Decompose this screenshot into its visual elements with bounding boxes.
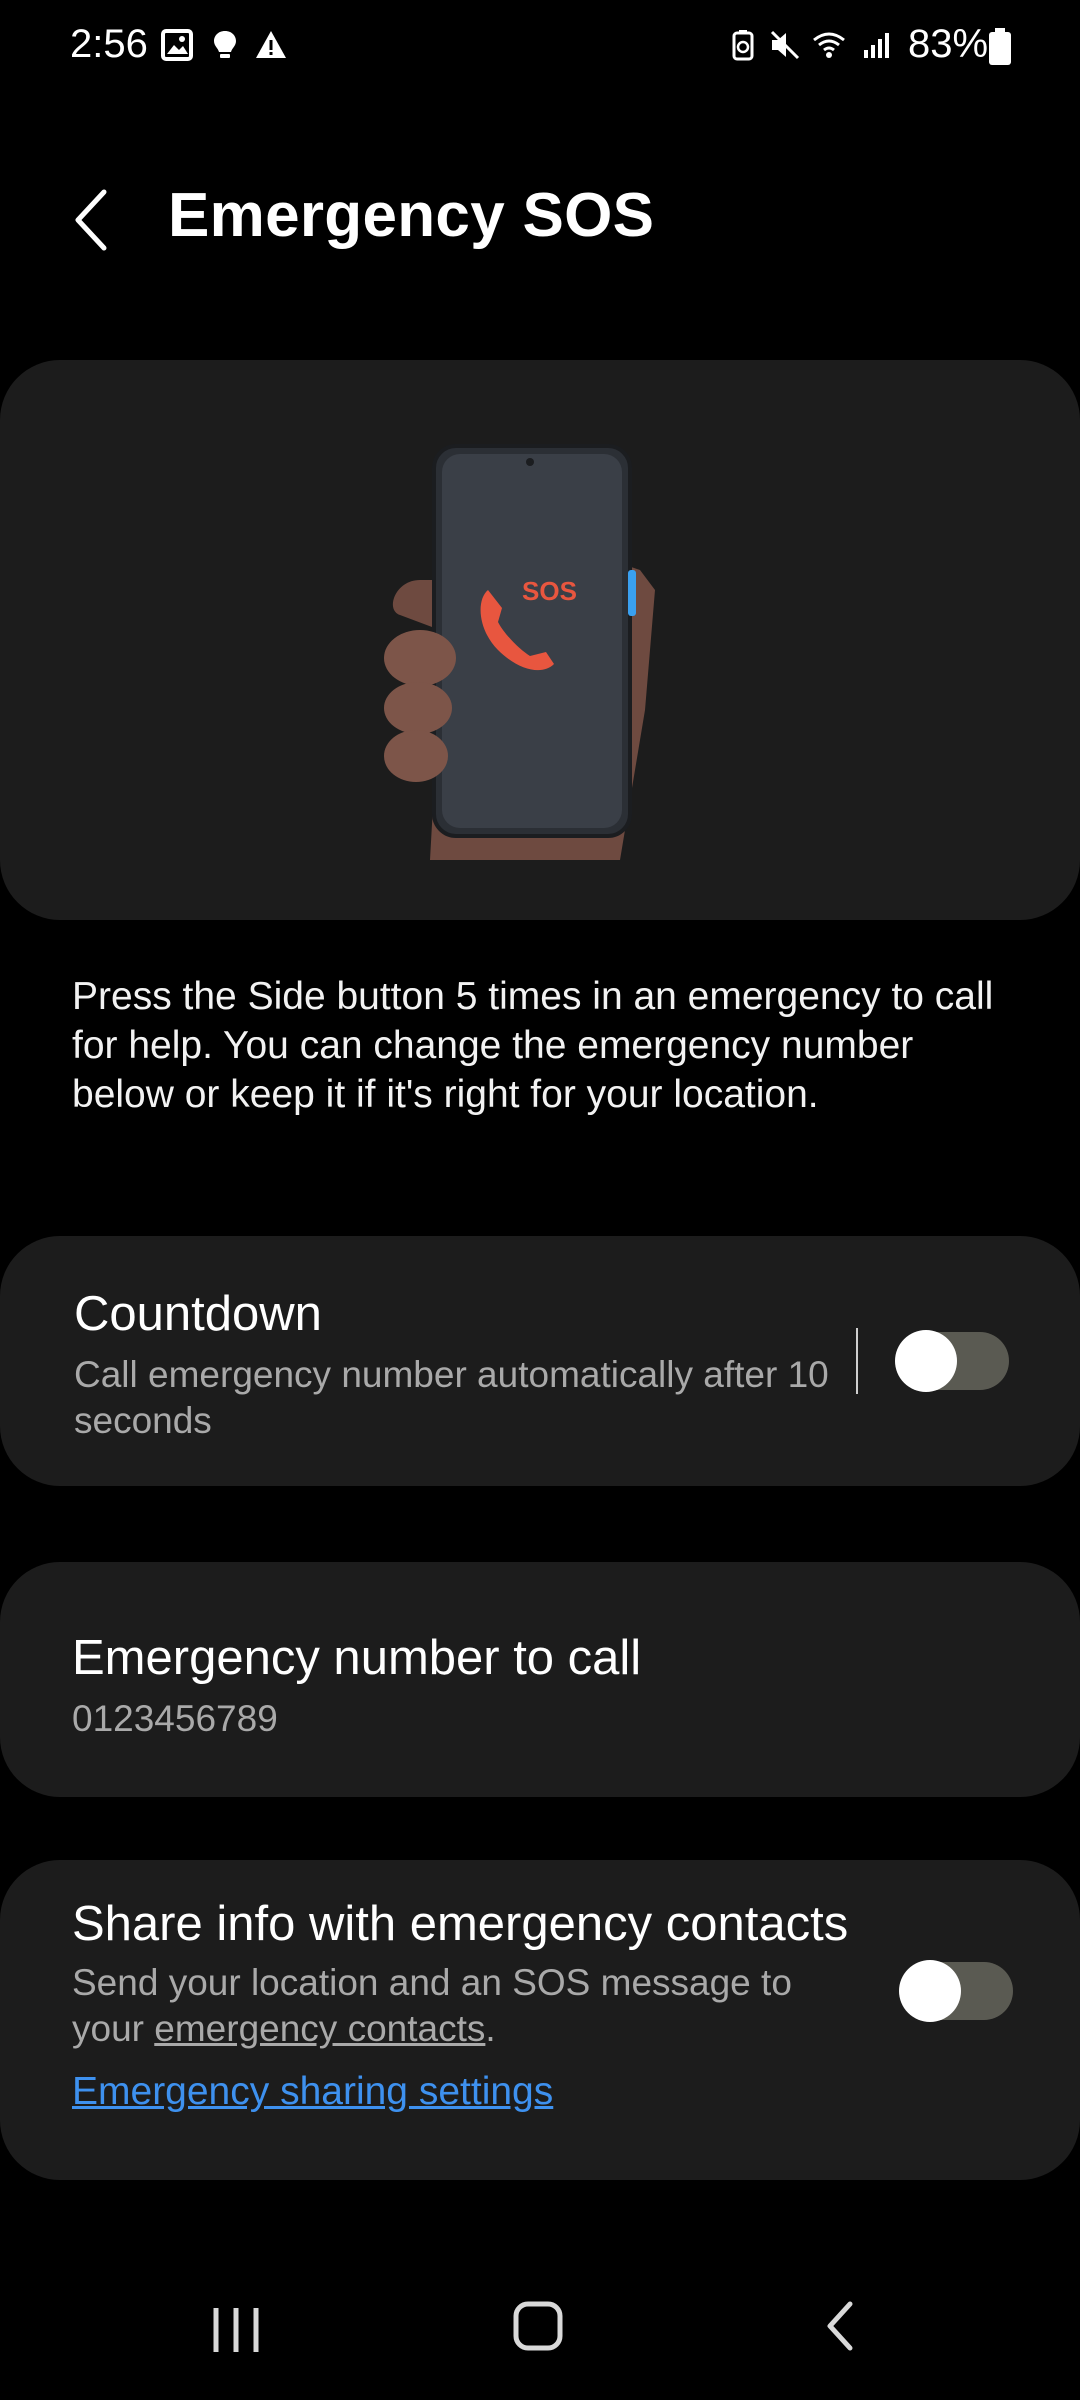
status-bar: 2:56 83% xyxy=(0,0,1080,96)
description-text: Press the Side button 5 times in an emer… xyxy=(72,975,994,1116)
emergency-sharing-settings-link[interactable]: Emergency sharing settings xyxy=(72,2070,553,2114)
emergency-contacts-link[interactable]: emergency contacts xyxy=(154,2008,485,2049)
status-time: 2:56 xyxy=(70,22,148,66)
gallery-icon xyxy=(161,29,193,61)
mute-icon xyxy=(770,30,800,60)
back-button[interactable] xyxy=(60,180,130,260)
sos-label: SOS xyxy=(522,576,577,606)
nav-back-button[interactable] xyxy=(780,2270,900,2380)
illustration-card: SOS xyxy=(0,360,1080,920)
share-info-toggle[interactable] xyxy=(899,1960,1013,2022)
back-arrow-icon xyxy=(827,2301,853,2351)
toggle-knob xyxy=(899,1960,961,2022)
emergency-number-value: 0123456789 xyxy=(72,1698,278,1739)
recent-apps-button[interactable] xyxy=(176,2270,296,2380)
battery-saver-icon xyxy=(732,30,754,61)
page-title: Emergency SOS xyxy=(168,181,655,250)
emergency-number-card[interactable]: Emergency number to call 0123456789 xyxy=(0,1562,1080,1797)
toggle-knob xyxy=(895,1330,957,1392)
battery-percentage: 83% xyxy=(908,22,989,66)
share-info-title: Share info with emergency contacts xyxy=(72,1897,849,1951)
share-info-card[interactable]: Share info with emergency contacts Send … xyxy=(0,1860,1080,2180)
share-info-subtitle: Send your location and an SOS message to… xyxy=(72,1960,872,2052)
countdown-title: Countdown xyxy=(74,1287,322,1341)
home-button[interactable] xyxy=(478,2270,598,2380)
chevron-left-icon xyxy=(75,189,107,251)
share-info-subtitle-suffix: . xyxy=(485,2008,496,2049)
countdown-divider xyxy=(856,1328,858,1394)
emergency-number-title: Emergency number to call xyxy=(72,1631,642,1685)
hand-holding-phone-illustration: SOS xyxy=(384,444,655,860)
countdown-toggle[interactable] xyxy=(895,1330,1009,1392)
warning-icon xyxy=(256,31,286,58)
battery-icon xyxy=(989,28,1011,65)
signal-icon xyxy=(864,33,889,58)
recent-apps-icon xyxy=(213,2308,259,2352)
home-icon xyxy=(513,2301,563,2351)
bulb-icon xyxy=(214,31,236,58)
countdown-subtitle: Call emergency number automatically afte… xyxy=(74,1354,829,1441)
wifi-icon xyxy=(813,32,845,58)
